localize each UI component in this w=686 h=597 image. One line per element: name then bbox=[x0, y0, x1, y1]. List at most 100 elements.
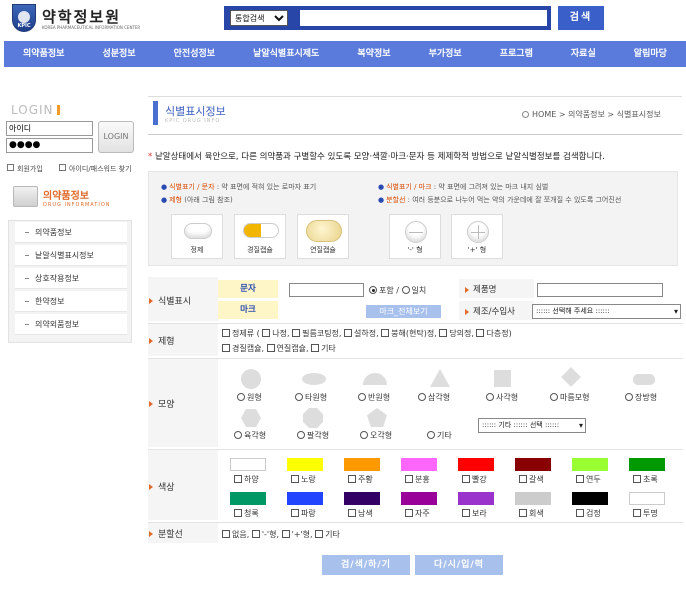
shape-radio[interactable] bbox=[427, 431, 435, 439]
nav-item-library[interactable]: 자료실 bbox=[552, 41, 615, 67]
mark-view-button[interactable]: 마크_전체보기 bbox=[366, 305, 441, 318]
char-input[interactable] bbox=[289, 283, 364, 297]
color-checkbox[interactable] bbox=[576, 475, 584, 483]
nav-item-ingredient-info[interactable]: 성분정보 bbox=[83, 41, 154, 67]
nav-item-pill-id[interactable]: 낱알식별표시제도 bbox=[234, 41, 338, 67]
color-checkbox[interactable] bbox=[234, 475, 242, 483]
shape-radio[interactable] bbox=[234, 431, 242, 439]
color-swatch[interactable] bbox=[230, 492, 266, 505]
sidebar-item-quasi-drug[interactable]: 의약외품정보 bbox=[15, 314, 127, 335]
sidebar-item-drug-info[interactable]: 의약품정보 bbox=[15, 222, 127, 243]
shape-radio[interactable] bbox=[237, 393, 245, 401]
search-button[interactable]: 검색 bbox=[558, 6, 604, 30]
color-checkbox[interactable] bbox=[348, 509, 356, 517]
nav-item-extra-info[interactable]: 부가정보 bbox=[410, 41, 481, 67]
color-swatch[interactable] bbox=[572, 458, 608, 471]
color-checkbox[interactable] bbox=[462, 509, 470, 517]
color-checkbox[interactable] bbox=[519, 509, 527, 517]
form-option: 필름코팅정, bbox=[302, 329, 342, 338]
color-swatch[interactable] bbox=[230, 458, 266, 471]
color-checkbox[interactable] bbox=[348, 475, 356, 483]
shape-radio[interactable] bbox=[625, 393, 633, 401]
breadcrumb-text[interactable]: HOME > 의약품정보 > 식별표시정보 bbox=[532, 110, 661, 119]
color-checkbox[interactable] bbox=[291, 475, 299, 483]
color-checkbox[interactable] bbox=[633, 509, 641, 517]
maker-select[interactable]: :::::: 선택해 주세요 :::::: bbox=[532, 304, 681, 319]
form-checkbox[interactable] bbox=[262, 329, 271, 337]
split-checkbox[interactable] bbox=[222, 530, 230, 538]
color-checkbox[interactable] bbox=[519, 475, 527, 483]
color-swatch[interactable] bbox=[401, 492, 437, 505]
color-checkbox[interactable] bbox=[633, 475, 641, 483]
login-id-input[interactable]: 아이디 bbox=[6, 121, 93, 136]
nav-item-medication-info[interactable]: 복약정보 bbox=[338, 41, 409, 67]
logo-text[interactable]: 약학정보원 bbox=[42, 6, 121, 27]
sidebar-item-herbal[interactable]: 한약정보 bbox=[15, 291, 127, 312]
form-checkbox[interactable] bbox=[476, 329, 485, 337]
logo-emblem[interactable]: KPIC bbox=[12, 4, 36, 32]
form-label: 제형 bbox=[148, 334, 218, 347]
form-checkbox[interactable] bbox=[311, 344, 320, 352]
color-swatch[interactable] bbox=[287, 458, 323, 471]
color-checkbox[interactable] bbox=[405, 475, 413, 483]
shape-radio[interactable] bbox=[550, 393, 558, 401]
login-button[interactable]: LOGIN bbox=[98, 121, 134, 153]
sidebar-item-interaction[interactable]: 상호작용정보 bbox=[15, 268, 127, 289]
nav-item-drug-info[interactable]: 의약품정보 bbox=[4, 41, 83, 67]
form-checkbox[interactable] bbox=[266, 344, 275, 352]
form-checkbox[interactable] bbox=[381, 329, 390, 337]
product-name-input[interactable] bbox=[537, 283, 663, 297]
shape-radio[interactable] bbox=[358, 393, 366, 401]
shape-radio[interactable] bbox=[360, 431, 368, 439]
color-swatch[interactable] bbox=[458, 458, 494, 471]
color-swatch[interactable] bbox=[515, 458, 551, 471]
form-checkbox[interactable] bbox=[292, 329, 301, 337]
divider bbox=[148, 323, 683, 324]
search-input[interactable] bbox=[299, 9, 548, 27]
sidebar-item-pill-id[interactable]: 낱알식별표시정보 bbox=[15, 245, 127, 266]
color-swatch[interactable] bbox=[344, 492, 380, 505]
split-checkbox[interactable] bbox=[315, 530, 324, 538]
color-checkbox[interactable] bbox=[576, 509, 584, 517]
color-swatch[interactable] bbox=[629, 458, 665, 471]
nav-item-program[interactable]: 프로그램 bbox=[481, 41, 552, 67]
shape-option-half: 반원형 bbox=[358, 392, 390, 403]
split-checkbox[interactable] bbox=[251, 530, 260, 538]
join-link[interactable]: 회원가입 bbox=[7, 164, 43, 174]
exact-radio[interactable] bbox=[401, 286, 410, 294]
product-name-label: 제품명 bbox=[464, 283, 496, 295]
search-scope-select[interactable]: 통합검색 bbox=[230, 10, 288, 26]
shape-radio[interactable] bbox=[295, 393, 303, 401]
color-swatch[interactable] bbox=[572, 492, 608, 505]
include-radio[interactable] bbox=[369, 286, 377, 294]
color-swatch[interactable] bbox=[515, 492, 551, 505]
reset-button[interactable]: 다/시/입/력 bbox=[415, 555, 503, 575]
color-option: 청록 bbox=[234, 508, 259, 519]
color-checkbox[interactable] bbox=[234, 509, 242, 517]
color-checkbox[interactable] bbox=[462, 475, 470, 483]
search-submit-button[interactable]: 검/색/하/기 bbox=[322, 555, 410, 575]
color-checkbox[interactable] bbox=[405, 509, 413, 517]
color-swatch[interactable] bbox=[629, 492, 665, 505]
color-swatch[interactable] bbox=[458, 492, 494, 505]
form-checkbox[interactable] bbox=[439, 329, 448, 337]
login-password-input[interactable]: ●●●● bbox=[6, 138, 93, 153]
divider bbox=[148, 96, 682, 97]
color-swatch[interactable] bbox=[344, 458, 380, 471]
form-checkbox[interactable] bbox=[222, 329, 230, 337]
form-checkbox[interactable] bbox=[344, 329, 352, 337]
nav-item-notice[interactable]: 알림마당 bbox=[615, 41, 686, 67]
shape-radio[interactable] bbox=[486, 393, 494, 401]
nav-item-safety-info[interactable]: 안전성정보 bbox=[155, 41, 234, 67]
shape-radio[interactable] bbox=[418, 393, 426, 401]
color-swatch[interactable] bbox=[287, 492, 323, 505]
form-checkbox[interactable] bbox=[222, 344, 230, 352]
split-checkbox[interactable] bbox=[281, 530, 290, 538]
form-option: 다층정) bbox=[486, 329, 512, 338]
shape-other-select[interactable]: :::::: 기타 :::::: 선택 :::::: bbox=[478, 418, 586, 433]
color-swatch[interactable] bbox=[401, 458, 437, 471]
shape-radio[interactable] bbox=[297, 431, 305, 439]
find-account-link[interactable]: 아이디/패스워드 찾기 bbox=[59, 164, 132, 174]
sidebar-menu: 의약품정보 낱알식별표시정보 상호작용정보 한약정보 의약외품정보 bbox=[8, 220, 132, 343]
color-checkbox[interactable] bbox=[291, 509, 299, 517]
